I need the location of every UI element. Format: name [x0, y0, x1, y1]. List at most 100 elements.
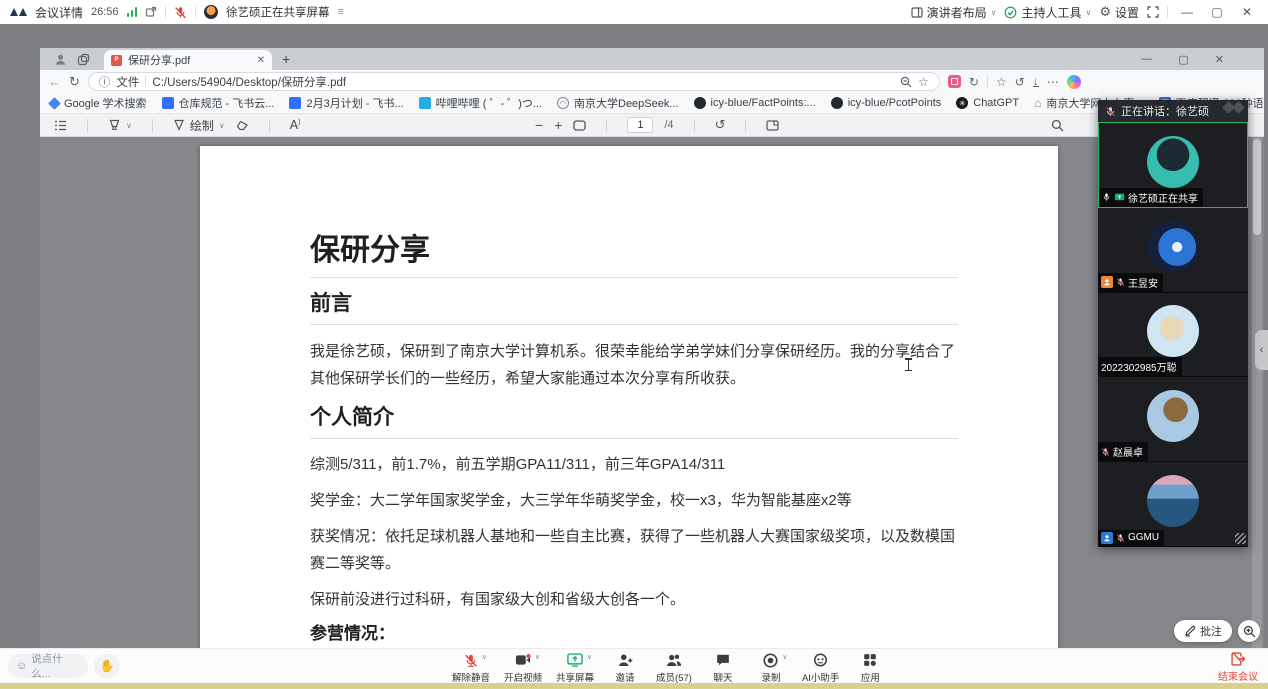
- chevron-icon[interactable]: ∨: [782, 653, 787, 661]
- toc-icon[interactable]: [54, 120, 67, 131]
- chat-button[interactable]: 聊天: [706, 652, 740, 684]
- address-url-text: C:/Users/54904/Desktop/保研分享.pdf: [152, 74, 346, 90]
- bookmark-google-scholar[interactable]: Google 学术搜索: [50, 95, 147, 111]
- reload-icon[interactable]: ↻: [69, 74, 80, 90]
- screen-share-icon: [1114, 193, 1125, 202]
- bookmark-feishu-plan[interactable]: 2月3月计划 - 飞书...: [289, 95, 403, 111]
- search-icon: [1051, 119, 1064, 132]
- bookmark-bilibili[interactable]: 哔哩哔哩 ( ゜- ゜)つ...: [419, 95, 542, 111]
- zoom-out-icon[interactable]: −: [535, 117, 543, 133]
- record-icon: [763, 653, 778, 668]
- panel-collapse-handle[interactable]: ‹: [1255, 330, 1268, 370]
- chevron-icon[interactable]: ∨: [535, 653, 540, 661]
- rotate-icon[interactable]: ↺: [715, 117, 726, 133]
- video-tile[interactable]: 赵晨卓: [1098, 377, 1248, 462]
- close-button[interactable]: ✕: [1236, 5, 1258, 19]
- emoji-icon[interactable]: ☺: [16, 660, 27, 672]
- pop-out-icon[interactable]: [145, 6, 157, 18]
- fit-to-page-icon[interactable]: [573, 120, 586, 131]
- maximize-button[interactable]: ▢: [1206, 5, 1228, 19]
- raise-hand-button[interactable]: ✋: [94, 654, 120, 678]
- bookmark-feishu-repo[interactable]: 仓库规范 - 飞书云...: [162, 95, 275, 111]
- new-tab-button[interactable]: +: [282, 51, 290, 67]
- host-tools-label: 主持人工具: [1021, 4, 1081, 21]
- magnifier-button[interactable]: [1238, 620, 1260, 642]
- browser-minimize-button[interactable]: —: [1141, 53, 1152, 65]
- favorite-star-icon[interactable]: ☆: [918, 75, 929, 89]
- back-icon[interactable]: ←: [48, 74, 61, 89]
- meeting-details-button[interactable]: 会议详情: [35, 4, 83, 21]
- copilot-icon[interactable]: [1067, 75, 1081, 89]
- bookmark-chatgpt[interactable]: ✳ChatGPT: [956, 97, 1019, 109]
- tab-close-icon[interactable]: ✕: [257, 55, 265, 66]
- downloads-icon[interactable]: ↓: [1033, 77, 1039, 87]
- video-tile[interactable]: 2022302985万聪: [1098, 293, 1248, 378]
- scrollbar-thumb[interactable]: [1253, 139, 1261, 235]
- button-label: 成员(57): [656, 670, 692, 684]
- browser-close-button[interactable]: ✕: [1215, 53, 1224, 66]
- highlighter-icon[interactable]: [108, 119, 121, 131]
- video-tile[interactable]: 王昱安: [1098, 208, 1248, 293]
- fullscreen-icon[interactable]: [1147, 6, 1159, 18]
- meeting-controls: ∨ 解除静音 ∨ 开启视频 ∨ 共享屏幕 邀请 成员(57) 聊天: [452, 652, 887, 684]
- doc-paragraph: 保研前没进行过科研，有国家级大创和省级大创各一个。: [310, 586, 958, 613]
- chevron-icon[interactable]: ∨: [482, 653, 487, 661]
- page-layout-icon[interactable]: [766, 120, 779, 131]
- bookmark-github-factpoints[interactable]: icy-blue/FactPoints:...: [694, 97, 816, 109]
- participant-label: 王昱安: [1098, 273, 1163, 292]
- minimize-button[interactable]: —: [1176, 5, 1198, 19]
- chevron-down-icon[interactable]: ∨: [219, 121, 225, 130]
- members-button[interactable]: 成员(57): [656, 652, 692, 684]
- chevron-icon[interactable]: ∨: [587, 653, 592, 661]
- active-tab[interactable]: P 保研分享.pdf ✕: [104, 50, 272, 70]
- zoom-out-page-icon[interactable]: [900, 76, 912, 88]
- annotate-button[interactable]: 批注: [1174, 620, 1232, 642]
- end-meeting-label: 结束会议: [1218, 668, 1258, 683]
- video-tile-presenter[interactable]: 徐艺硕正在共享: [1098, 122, 1248, 208]
- unmute-button[interactable]: ∨ 解除静音: [452, 652, 490, 684]
- pdf-search[interactable]: [1051, 119, 1064, 132]
- more-menu-icon[interactable]: ⋯: [1047, 75, 1059, 89]
- settings-button[interactable]: ⚙ 设置: [1099, 4, 1139, 21]
- doc-paragraph: 奖学金：大二学年国家奖学金，大三学年华萌奖学金，校一x3，华为智能基座x2等: [310, 487, 958, 514]
- browser-restore-button[interactable]: ▢: [1178, 53, 1188, 66]
- invite-button[interactable]: 邀请: [608, 652, 642, 684]
- read-aloud-icon[interactable]: A): [290, 118, 301, 132]
- ai-assistant-icon: [813, 653, 828, 667]
- extension-icon[interactable]: [948, 75, 961, 88]
- end-meeting-button[interactable]: 结束会议: [1218, 652, 1258, 683]
- bookmark-github-pcotpoints[interactable]: icy-blue/PcotPoints: [831, 97, 942, 109]
- share-screen-button[interactable]: ∨ 共享屏幕: [556, 652, 594, 684]
- panel-resize-handle[interactable]: [1235, 533, 1246, 544]
- page-number-input[interactable]: 1: [627, 117, 653, 133]
- layout-button[interactable]: 演讲者布局∨: [911, 4, 997, 21]
- chat-input[interactable]: ☺ 说点什么...: [8, 654, 88, 678]
- video-tile[interactable]: GGMU: [1098, 462, 1248, 547]
- ai-assistant-button[interactable]: AI小助手: [802, 652, 839, 684]
- draw-button[interactable]: 绘制: [173, 117, 214, 134]
- start-video-button[interactable]: ∨ 开启视频: [504, 652, 542, 684]
- info-icon[interactable]: ⓘ: [99, 74, 111, 90]
- history-icon[interactable]: ↺: [1015, 75, 1025, 89]
- avatar: [1147, 305, 1199, 357]
- chevron-down-icon: ∨: [991, 8, 997, 17]
- mic-muted-icon[interactable]: [174, 6, 187, 19]
- divider: [152, 119, 153, 132]
- pdf-scrollbar[interactable]: [1252, 137, 1262, 672]
- apps-button[interactable]: 应用: [853, 652, 887, 684]
- browser-sync-icon[interactable]: ↻: [969, 75, 979, 89]
- github-icon: [694, 97, 706, 109]
- record-button[interactable]: ∨ 录制: [754, 652, 788, 684]
- avatar: [1147, 475, 1199, 527]
- host-tools-button[interactable]: 主持人工具∨: [1004, 4, 1091, 21]
- pdf-viewport[interactable]: 保研分享 前言 我是徐艺硕，保研到了南京大学计算机系。很荣幸能给学弟学妹们分享保…: [40, 137, 1264, 672]
- address-bar[interactable]: ⓘ 文件 C:/Users/54904/Desktop/保研分享.pdf ☆: [88, 72, 940, 91]
- eraser-icon[interactable]: [236, 120, 249, 131]
- zoom-in-icon[interactable]: +: [554, 117, 562, 133]
- globe-icon: ◠: [557, 97, 569, 109]
- button-label: 聊天: [713, 670, 732, 684]
- bookmark-nju-deepseek[interactable]: ◠南京大学DeepSeek...: [557, 95, 679, 111]
- favorites-bar-icon[interactable]: ☆: [996, 75, 1007, 89]
- browser-profile-button[interactable]: [46, 53, 98, 66]
- chevron-down-icon[interactable]: ∨: [126, 121, 132, 130]
